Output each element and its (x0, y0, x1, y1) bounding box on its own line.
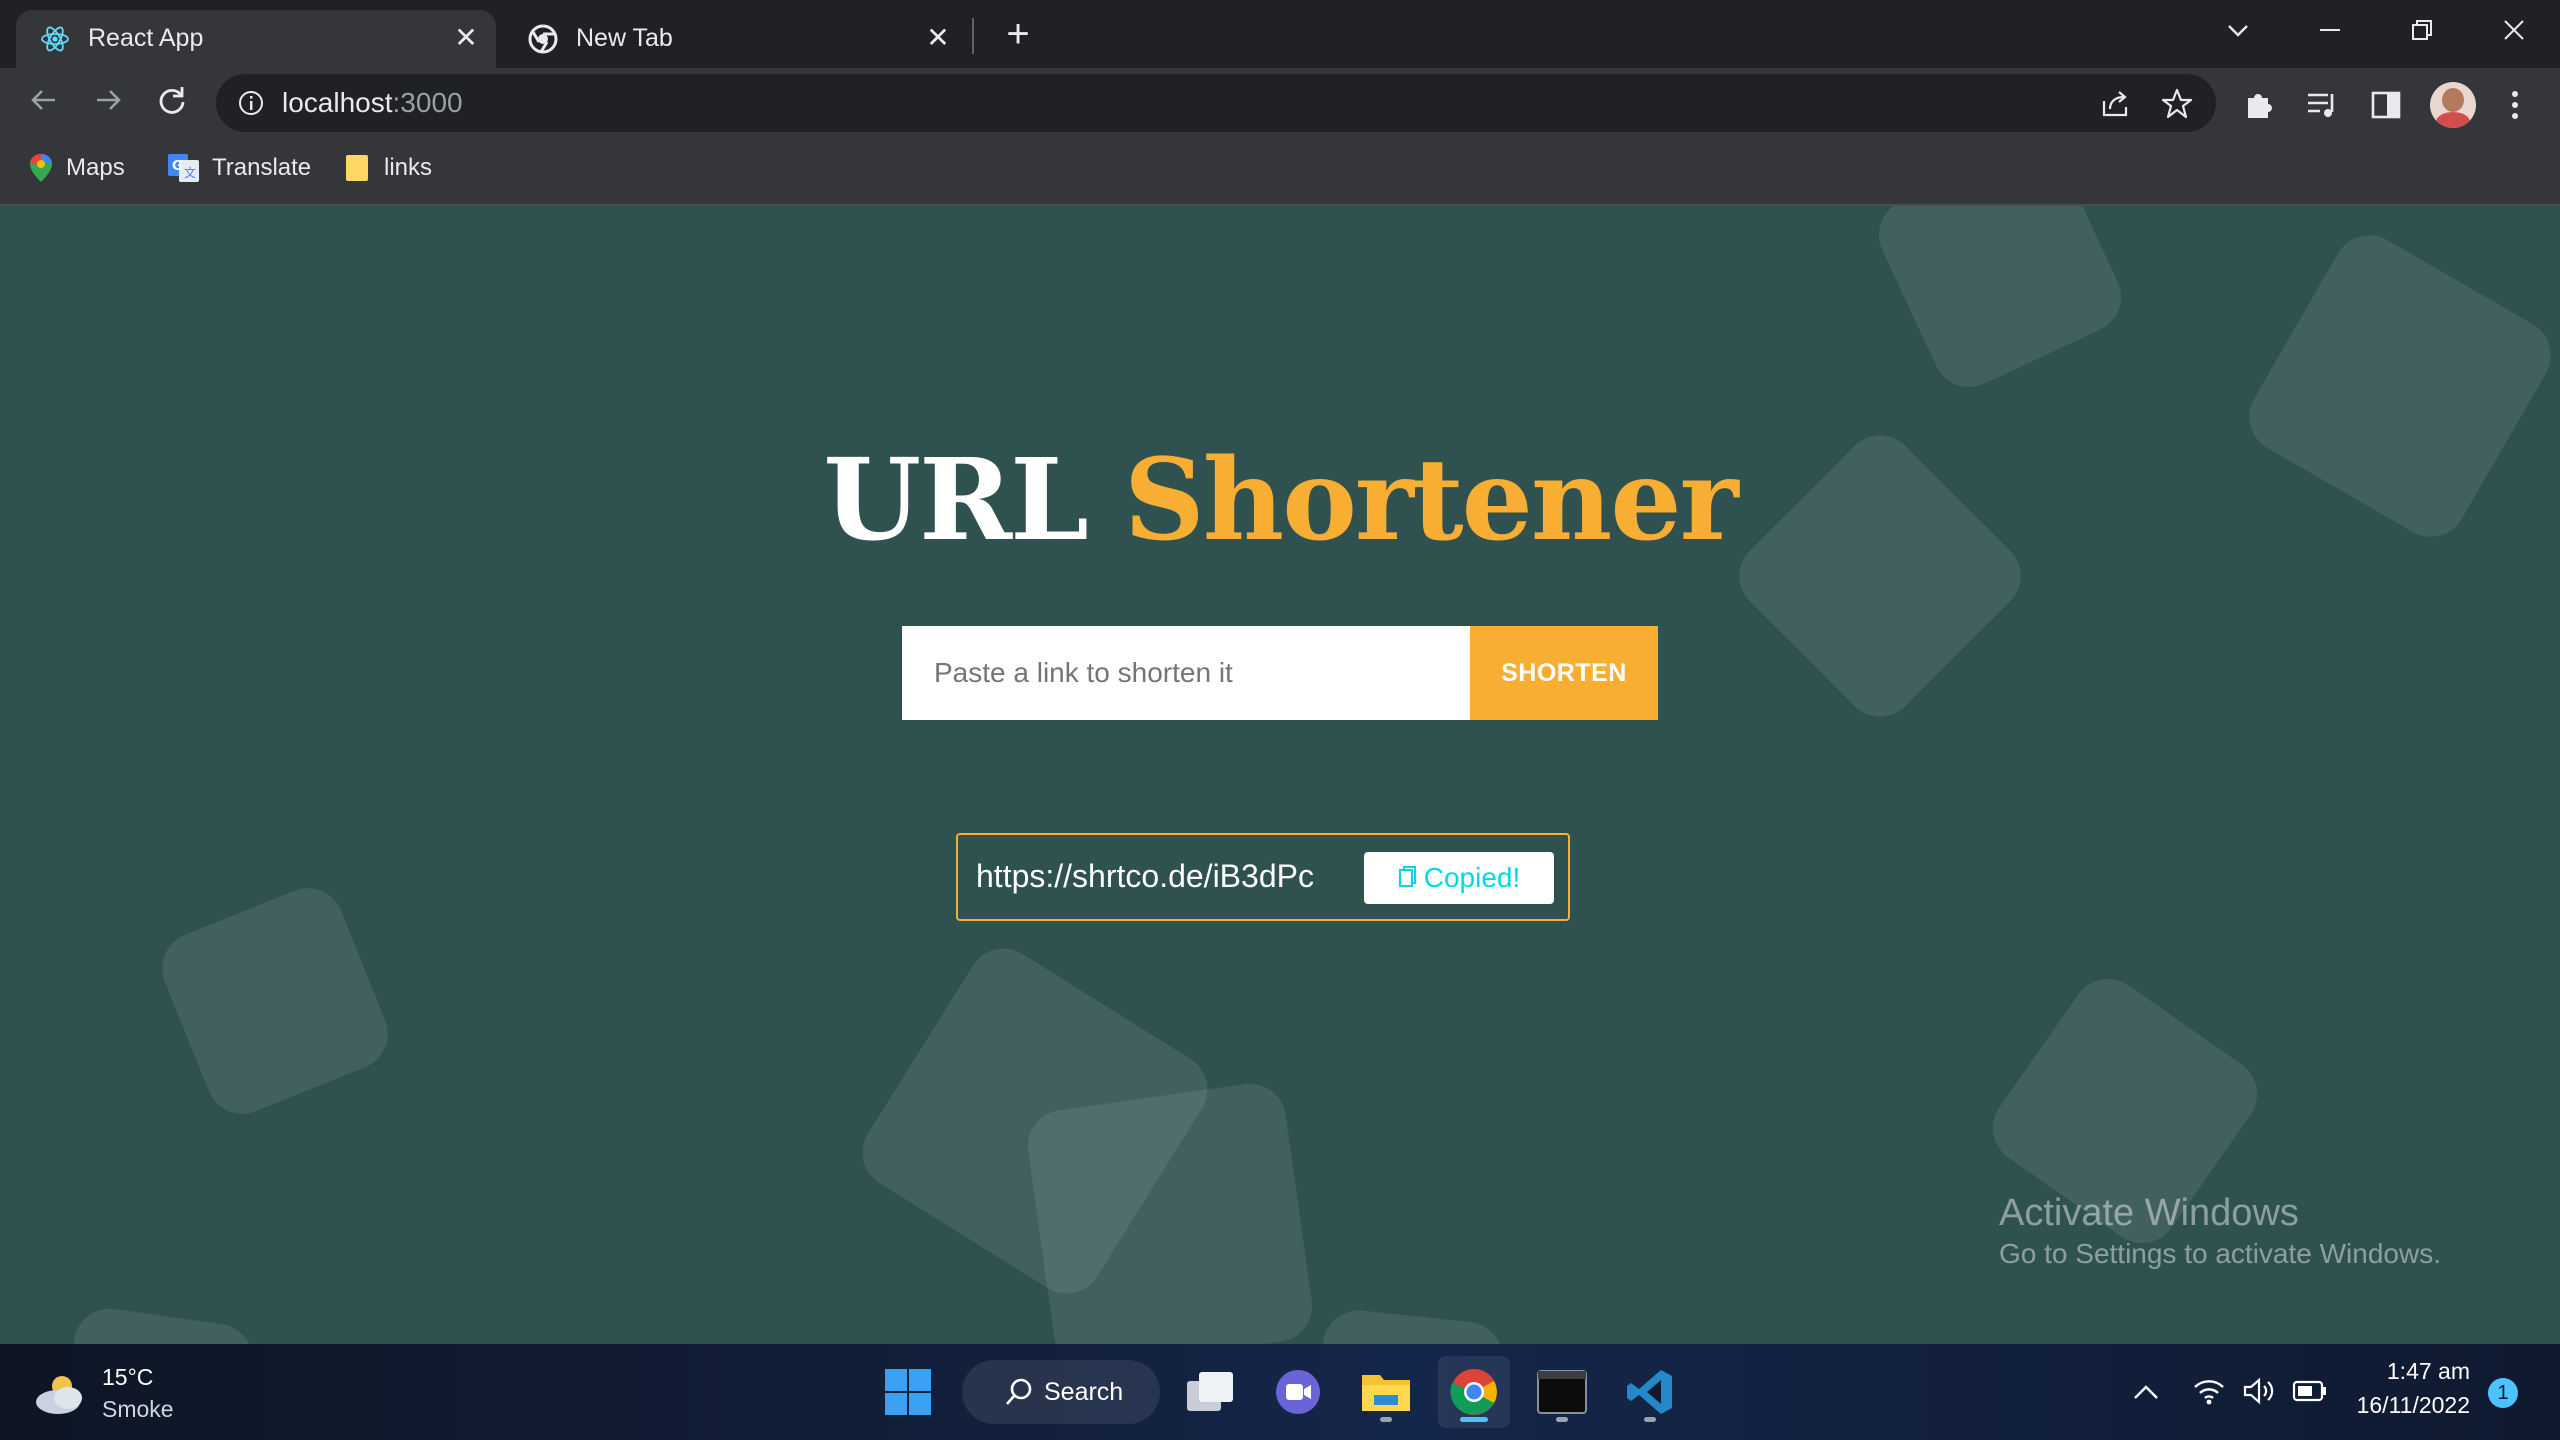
extensions-puzzle-icon[interactable] (2240, 86, 2278, 124)
running-indicator (1644, 1417, 1656, 1422)
shorten-form: SHORTEN (902, 626, 1658, 720)
tab-search-chevron-icon[interactable] (2208, 8, 2268, 52)
teams-chat-button[interactable] (1262, 1356, 1334, 1428)
close-window-button[interactable] (2484, 8, 2544, 52)
clipboard-icon (1398, 866, 1416, 887)
maps-icon (30, 154, 52, 182)
short-link[interactable]: https://shrtco.de/iB3dPc (976, 855, 1314, 897)
bookmark-label: links (384, 154, 433, 181)
title-shortener: Shortener (1123, 435, 1739, 566)
bookmark-label: Translate (212, 154, 312, 181)
svg-text:G: G (172, 159, 183, 174)
site-info-icon[interactable] (236, 88, 266, 118)
side-panel-icon[interactable] (2368, 86, 2406, 124)
bookmark-maps[interactable]: Maps (28, 148, 125, 188)
activate-windows-watermark: Activate Windows Go to Settings to activ… (1999, 1190, 2441, 1272)
windows-taskbar: 15°C Smoke Search 1:47 am 16/11/2022 1 (0, 1344, 2560, 1440)
start-button[interactable] (872, 1356, 944, 1428)
watermark-subtitle: Go to Settings to activate Windows. (1999, 1238, 2441, 1269)
taskbar-search[interactable]: Search (962, 1360, 1160, 1424)
close-tab-icon[interactable]: ✕ (922, 22, 954, 54)
running-indicator (1380, 1417, 1392, 1422)
weather-temp: 15°C (102, 1364, 154, 1390)
bookmark-translate[interactable]: G 文 Translate (168, 148, 311, 188)
address-url[interactable]: localhost:3000 (282, 86, 463, 120)
terminal-button[interactable] (1526, 1356, 1598, 1428)
wifi-icon[interactable] (2192, 1376, 2226, 1406)
react-icon (41, 26, 69, 52)
browser-tab-strip: React App ✕ New Tab ✕ + (0, 0, 2560, 68)
page-title: URL Shortener (0, 436, 2560, 566)
copied-label: Copied! (1423, 862, 1521, 893)
background-shape (1314, 1306, 1506, 1344)
active-indicator (1460, 1417, 1488, 1422)
terminal-icon (1537, 1370, 1587, 1414)
file-explorer-button[interactable] (1350, 1356, 1422, 1428)
new-tab-button[interactable]: + (998, 14, 1038, 55)
minimize-button[interactable] (2300, 8, 2360, 52)
teams-chat-icon (1276, 1370, 1320, 1414)
search-label: Search (1044, 1378, 1124, 1406)
volume-icon[interactable] (2242, 1376, 2278, 1406)
chrome-icon (528, 24, 558, 54)
weather-cloud-icon (36, 1376, 82, 1414)
app-page: URL Shortener SHORTEN https://shrtco.de/… (0, 206, 2560, 1344)
battery-icon[interactable] (2292, 1378, 2328, 1404)
shorten-button[interactable]: SHORTEN (1470, 626, 1658, 720)
close-tab-icon[interactable]: ✕ (450, 22, 482, 54)
chevron-up-icon[interactable] (2132, 1380, 2160, 1404)
svg-text:文: 文 (184, 165, 196, 180)
tab-separator (972, 18, 974, 54)
copy-button[interactable]: Copied! (1364, 852, 1554, 904)
clock-date[interactable]: 16/11/2022 (2342, 1392, 2470, 1419)
background-shape (62, 1304, 258, 1344)
address-bar[interactable]: localhost:3000 (216, 74, 2216, 132)
reload-button[interactable] (148, 83, 196, 131)
task-view-icon (1187, 1372, 1233, 1411)
task-view-button[interactable] (1174, 1356, 1246, 1428)
clock-time[interactable]: 1:47 am (2352, 1358, 2470, 1385)
background-shape (151, 877, 399, 1125)
running-indicator (1556, 1417, 1568, 1422)
bookmark-label: Maps (66, 154, 125, 181)
windows-logo-icon (885, 1369, 931, 1415)
translate-icon: G 文 (168, 154, 199, 182)
search-icon (1006, 1378, 1032, 1405)
tab-react-app[interactable]: React App ✕ (16, 10, 496, 68)
bookmark-star-icon[interactable] (2160, 87, 2194, 121)
notification-badge[interactable]: 1 (2488, 1378, 2518, 1408)
forward-button[interactable] (84, 83, 132, 131)
background-shape (1023, 1079, 1317, 1344)
tab-title: New Tab (576, 24, 673, 52)
profile-avatar[interactable] (2430, 82, 2476, 128)
weather-widget[interactable]: 15°C Smoke (32, 1364, 252, 1424)
chrome-icon (1450, 1369, 1497, 1415)
vscode-button[interactable] (1614, 1356, 1686, 1428)
back-button[interactable] (20, 83, 68, 131)
more-menu-icon[interactable] (2496, 86, 2534, 124)
chrome-button[interactable] (1438, 1356, 1510, 1428)
folder-icon (1362, 1375, 1410, 1411)
vscode-icon (1627, 1370, 1672, 1414)
restore-button[interactable] (2392, 8, 2452, 52)
link-input[interactable] (902, 626, 1470, 720)
title-url: URL (823, 435, 1088, 566)
tab-title: React App (88, 24, 204, 52)
watermark-title: Activate Windows (1999, 1192, 2299, 1234)
share-icon[interactable] (2098, 87, 2132, 121)
weather-condition: Smoke (102, 1396, 174, 1422)
shortened-result: https://shrtco.de/iB3dPc Copied! (956, 833, 1570, 921)
tab-new-tab[interactable]: New Tab ✕ (504, 10, 968, 68)
background-shape (1867, 206, 2133, 399)
bookmark-links-folder[interactable]: links (344, 148, 432, 188)
folder-icon (346, 155, 368, 181)
media-control-icon[interactable] (2304, 86, 2342, 124)
